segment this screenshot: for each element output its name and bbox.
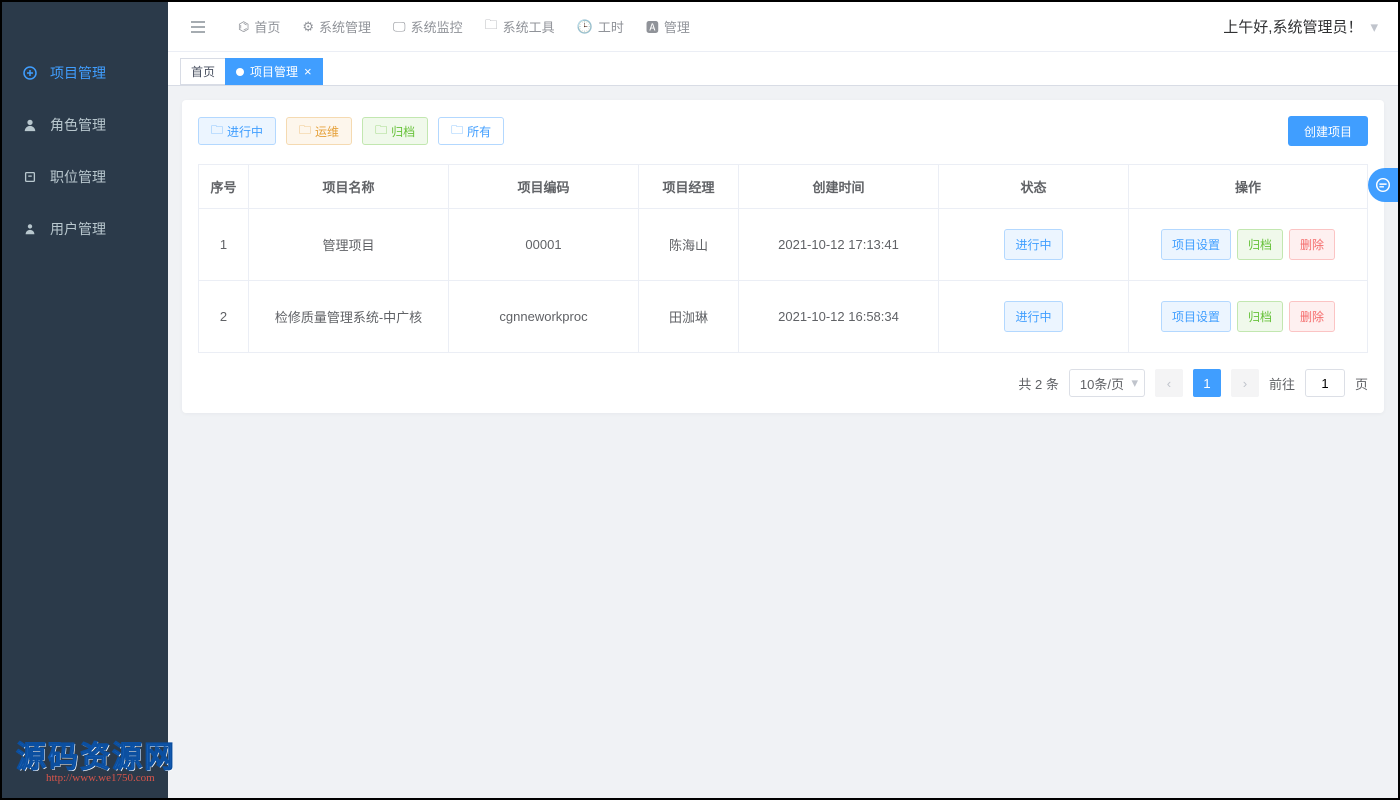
action-delete-button[interactable]: 删除 — [1289, 301, 1335, 332]
main-area: ⌬首页 ⚙系统管理 🖵系统监控 🗀系统工具 🕒工时 🅰管理 上午好,系统管理员！… — [168, 2, 1398, 798]
page-prev-button[interactable]: ‹ — [1155, 369, 1183, 397]
tab-project-mgmt[interactable]: 项目管理 × — [225, 58, 323, 85]
action-archive-button[interactable]: 归档 — [1237, 301, 1283, 332]
folder-icon: 🗀 — [211, 121, 223, 142]
toolbox-icon: 🗀 — [485, 16, 498, 38]
chevron-down-icon: ▾ — [1131, 375, 1138, 391]
page-suffix: 页 — [1355, 374, 1368, 393]
cell-name: 检修质量管理系统-中广核 — [249, 281, 449, 353]
folder-icon: 🗀 — [375, 121, 387, 142]
goto-page-input[interactable] — [1305, 369, 1345, 397]
tabbar: 首页 项目管理 × — [168, 52, 1398, 86]
gear-icon: ⚙ — [302, 19, 314, 35]
sidebar-item-user-mgmt[interactable]: 用户管理 — [2, 203, 168, 255]
cell-code: 00001 — [449, 209, 639, 281]
user-sq-icon: 🅰 — [646, 17, 659, 36]
plus-circle-icon — [22, 65, 38, 81]
chevron-down-icon: ▾ — [1370, 18, 1378, 36]
folder-icon: 🗀 — [451, 121, 463, 142]
pagination-total: 共 2 条 — [1018, 374, 1058, 393]
person-icon — [22, 221, 38, 237]
col-name: 项目名称 — [249, 165, 449, 209]
folder-icon: 🗀 — [299, 121, 311, 142]
greeting-text: 上午好,系统管理员！ — [1223, 16, 1362, 37]
action-settings-button[interactable]: 项目设置 — [1161, 301, 1231, 332]
monitor-icon: 🖵 — [393, 19, 406, 35]
nav-system-tools[interactable]: 🗀系统工具 — [485, 16, 555, 38]
page-next-button[interactable]: › — [1231, 369, 1259, 397]
chat-icon — [1374, 176, 1392, 194]
sidebar-item-label: 角色管理 — [50, 115, 106, 135]
content: 🗀进行中 🗀运维 🗀归档 🗀所有 创建项目 序号 项目名称 项目编码 项目经理 … — [168, 86, 1398, 798]
sidebar-item-project-mgmt[interactable]: 项目管理 — [2, 47, 168, 99]
sidebar-item-label: 职位管理 — [50, 167, 106, 187]
nav-system-mgmt[interactable]: ⚙系统管理 — [302, 16, 371, 38]
nav-home[interactable]: ⌬首页 — [238, 16, 280, 38]
action-archive-button[interactable]: 归档 — [1237, 229, 1283, 260]
cell-code: cgnneworkproc — [449, 281, 639, 353]
table-row: 1管理项目00001陈海山2021-10-12 17:13:41 进行中 项目设置归… — [199, 209, 1368, 281]
cell-manager: 田泇琳 — [639, 281, 739, 353]
projects-table: 序号 项目名称 项目编码 项目经理 创建时间 状态 操作 1管理项目00001陈… — [198, 164, 1368, 353]
cell-created: 2021-10-12 16:58:34 — [739, 281, 939, 353]
filter-ops[interactable]: 🗀运维 — [286, 117, 352, 145]
sidebar-item-position-mgmt[interactable]: 职位管理 — [2, 151, 168, 203]
dashboard-icon: ⌬ — [238, 19, 249, 35]
col-created: 创建时间 — [739, 165, 939, 209]
watermark-main: 源码资源网 — [16, 732, 176, 776]
badge-icon — [22, 169, 38, 185]
table-row: 2检修质量管理系统-中广核cgnneworkproc田泇琳2021-10-12 … — [199, 281, 1368, 353]
close-icon[interactable]: × — [304, 65, 312, 78]
status-badge: 进行中 — [1004, 301, 1062, 332]
goto-label: 前往 — [1269, 374, 1295, 393]
user-icon — [22, 117, 38, 133]
col-actions: 操作 — [1129, 165, 1368, 209]
filter-row: 🗀进行中 🗀运维 🗀归档 🗀所有 创建项目 — [198, 116, 1368, 146]
filter-in-progress[interactable]: 🗀进行中 — [198, 117, 276, 145]
action-settings-button[interactable]: 项目设置 — [1161, 229, 1231, 260]
cell-name: 管理项目 — [249, 209, 449, 281]
sidebar-item-role-mgmt[interactable]: 角色管理 — [2, 99, 168, 151]
float-feedback-button[interactable] — [1368, 168, 1398, 202]
sidebar-item-label: 用户管理 — [50, 219, 106, 239]
cell-seq: 2 — [199, 281, 249, 353]
col-status: 状态 — [939, 165, 1129, 209]
col-code: 项目编码 — [449, 165, 639, 209]
cell-created: 2021-10-12 17:13:41 — [739, 209, 939, 281]
col-manager: 项目经理 — [639, 165, 739, 209]
sidebar-item-label: 项目管理 — [50, 63, 106, 83]
page-size-select[interactable]: 10条/页 ▾ — [1069, 369, 1145, 397]
sidebar: 项目管理 角色管理 职位管理 用户管理 — [2, 2, 168, 798]
topbar-greeting[interactable]: 上午好,系统管理员！ ▾ — [1223, 16, 1378, 37]
filter-archived[interactable]: 🗀归档 — [362, 117, 428, 145]
topbar: ⌬首页 ⚙系统管理 🖵系统监控 🗀系统工具 🕒工时 🅰管理 上午好,系统管理员！… — [168, 2, 1398, 52]
cell-manager: 陈海山 — [639, 209, 739, 281]
watermark: 源码资源网 http://www.we1750.com — [16, 732, 176, 784]
cell-seq: 1 — [199, 209, 249, 281]
nav-system-monitor[interactable]: 🖵系统监控 — [393, 16, 463, 38]
filter-all[interactable]: 🗀所有 — [438, 117, 504, 145]
clock-icon: 🕒 — [577, 19, 593, 35]
cell-status: 进行中 — [939, 209, 1129, 281]
nav-manage[interactable]: 🅰管理 — [646, 16, 690, 38]
tab-home[interactable]: 首页 — [180, 58, 226, 85]
table-header-row: 序号 项目名称 项目编码 项目经理 创建时间 状态 操作 — [199, 165, 1368, 209]
action-delete-button[interactable]: 删除 — [1289, 229, 1335, 260]
cell-actions: 项目设置归档删除 — [1129, 209, 1368, 281]
create-project-button[interactable]: 创建项目 — [1288, 116, 1368, 146]
tab-active-dot-icon — [236, 68, 244, 76]
nav-workhours[interactable]: 🕒工时 — [577, 16, 624, 38]
card-panel: 🗀进行中 🗀运维 🗀归档 🗀所有 创建项目 序号 项目名称 项目编码 项目经理 … — [182, 100, 1384, 413]
page-number-button[interactable]: 1 — [1193, 369, 1221, 397]
cell-status: 进行中 — [939, 281, 1129, 353]
pagination: 共 2 条 10条/页 ▾ ‹ 1 › 前往 页 — [198, 369, 1368, 397]
hamburger-icon[interactable] — [188, 17, 208, 37]
col-seq: 序号 — [199, 165, 249, 209]
status-badge: 进行中 — [1004, 229, 1062, 260]
top-nav: ⌬首页 ⚙系统管理 🖵系统监控 🗀系统工具 🕒工时 🅰管理 — [238, 16, 690, 38]
cell-actions: 项目设置归档删除 — [1129, 281, 1368, 353]
